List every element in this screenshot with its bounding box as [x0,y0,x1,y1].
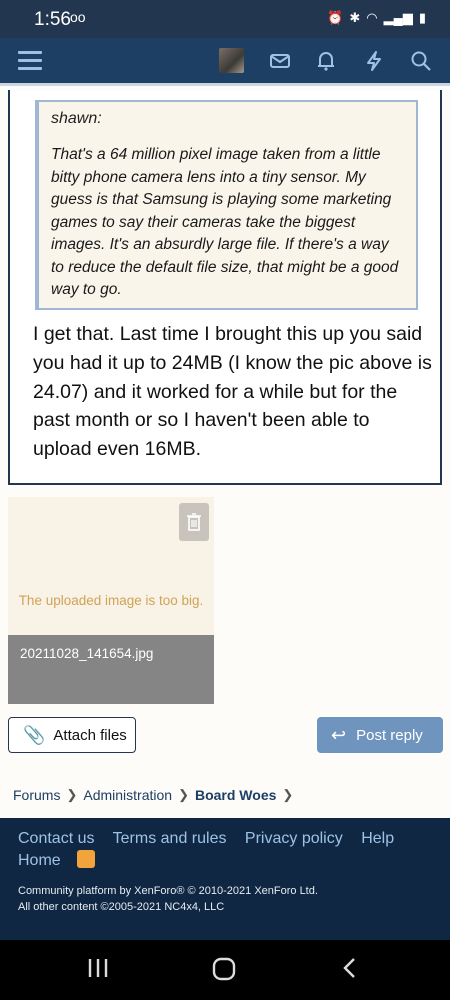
footer-copyright: Community platform by XenForo® © 2010-20… [18,883,318,915]
footer-link-home[interactable]: Home [18,852,61,869]
bell-icon[interactable] [313,48,339,74]
search-icon[interactable] [408,48,434,74]
quote-author: shawn: [51,110,102,127]
post-reply-button[interactable]: ↩ Post reply [317,717,443,753]
signal-icon: ▂▄▆ [383,10,413,25]
mail-icon[interactable] [267,48,293,74]
bolt-icon[interactable] [361,48,387,74]
attachment-filename: 20211028_141654.jpg [20,646,154,661]
footer-link-privacy[interactable]: Privacy policy [245,830,343,847]
top-navbar [0,38,450,86]
attach-files-label: Attach files [53,726,127,744]
delete-attachment-button[interactable] [179,503,209,541]
system-nav-bar [0,940,450,1000]
quote-block: shawn: That's a 64 million pixel image t… [35,100,418,310]
footer-link-contact[interactable]: Contact us [18,830,94,847]
attachment-filename-bar: 20211028_141654.jpg [8,635,214,704]
copyright-line-2: All other content ©2005-2021 NC4x4, LLC [18,901,225,913]
back-icon[interactable] [340,956,360,980]
footer-link-help[interactable]: Help [361,830,394,847]
trash-icon [187,513,201,531]
battery-icon: ▮ [418,10,426,25]
rss-icon[interactable] [76,850,95,868]
bluetooth-icon: ✱ [349,10,361,25]
recent-apps-icon[interactable] [86,956,110,980]
status-bar: 1:56 oo ⏰ ✱ ◠ ▂▄▆ ▮ [0,0,450,38]
chevron-right-icon: ❯ [66,787,78,802]
reply-arrow-icon: ↩ [331,724,347,745]
breadcrumb-board-woes[interactable]: Board Woes [195,787,276,803]
attachment-thumbnail: The uploaded image is too big. 20211028_… [8,497,214,704]
status-icons: ⏰ ✱ ◠ ▂▄▆ ▮ [327,10,426,26]
footer: Contact us Terms and rules Privacy polic… [0,818,450,940]
breadcrumb-forums[interactable]: Forums [13,787,60,803]
avatar[interactable] [219,48,244,73]
copyright-line-1: Community platform by XenForo® © 2010-20… [18,885,318,897]
alarm-icon: ⏰ [327,10,344,25]
status-time: 1:56 [34,9,71,30]
footer-link-terms[interactable]: Terms and rules [113,830,227,847]
reply-text[interactable]: I get that. Last time I brought this up … [33,320,433,464]
chevron-right-icon: ❯ [178,787,189,802]
attach-files-button[interactable]: 📎 Attach files [8,717,136,753]
chevron-right-icon: ❯ [282,787,294,802]
upload-error-message: The uploaded image is too big. [18,593,204,608]
home-icon[interactable] [211,956,237,982]
reply-editor[interactable]: shawn: That's a 64 million pixel image t… [8,90,442,485]
breadcrumb-administration[interactable]: Administration [83,787,172,803]
footer-links: Contact us Terms and rules Privacy polic… [18,828,438,872]
post-reply-label: Post reply [356,726,423,744]
menu-icon[interactable] [18,51,42,71]
breadcrumb: Forums ❯ Administration ❯ Board Woes ❯ [13,787,293,803]
voicemail-icon: oo [70,9,86,25]
quote-text: That's a 64 million pixel image taken fr… [51,146,399,298]
wifi-icon: ◠ [366,10,378,25]
paperclip-icon: 📎 [23,724,46,745]
